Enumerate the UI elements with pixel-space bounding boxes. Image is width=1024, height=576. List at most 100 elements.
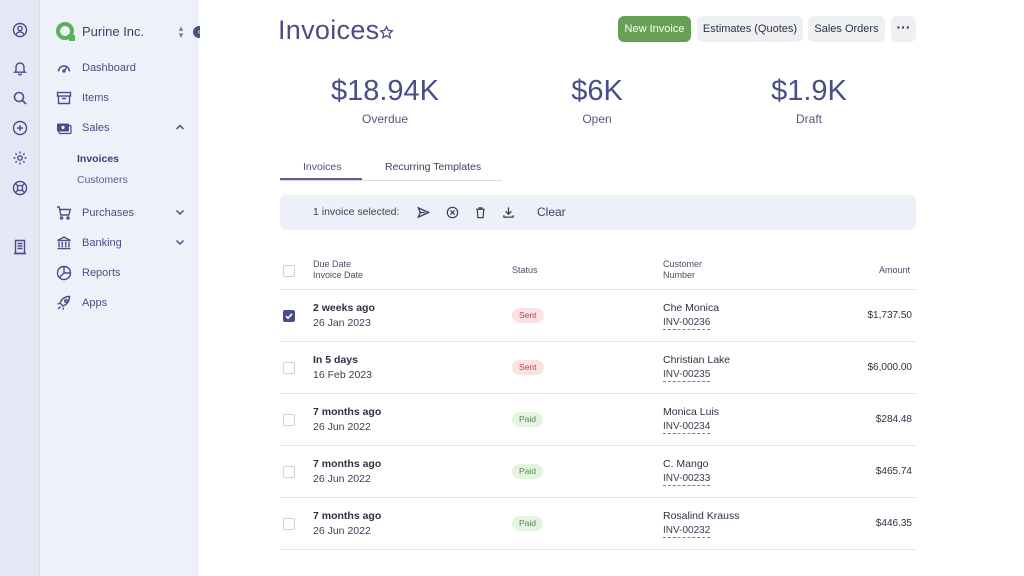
invoice-date: 26 Jun 2022 bbox=[313, 525, 371, 537]
customer-name: Christian Lake bbox=[663, 354, 731, 366]
amount: $6,000.00 bbox=[867, 362, 913, 373]
sidebar-item-banking[interactable]: Banking bbox=[56, 232, 192, 254]
sidebar: Purine Inc. ▴ ▾ ‹ Dashboard Items Sales I… bbox=[40, 0, 205, 576]
invoice-number-link[interactable]: INV-00236 bbox=[663, 317, 711, 330]
bank-icon bbox=[56, 235, 72, 251]
due-date: In 5 days bbox=[313, 354, 358, 366]
header-amount[interactable]: Amount bbox=[879, 265, 910, 276]
plus-circle-icon[interactable] bbox=[12, 120, 28, 136]
invoice-date: 26 Jan 2023 bbox=[313, 317, 371, 329]
page-title: Invoices bbox=[278, 15, 380, 45]
document-icon[interactable] bbox=[12, 239, 28, 255]
invoice-number-link[interactable]: INV-00234 bbox=[663, 421, 711, 434]
sales-orders-button[interactable]: Sales Orders bbox=[808, 16, 885, 42]
table-header: Due Date Invoice Date Status Customer Nu… bbox=[280, 250, 916, 290]
stat-label: Open bbox=[582, 112, 612, 126]
customer-name: Che Monica bbox=[663, 302, 720, 314]
invoice-date: 16 Feb 2023 bbox=[313, 369, 372, 381]
status-badge: Sent bbox=[512, 360, 544, 375]
icon-rail bbox=[0, 0, 40, 576]
bell-icon[interactable] bbox=[12, 60, 28, 76]
row-checkbox[interactable] bbox=[283, 362, 295, 374]
archive-icon bbox=[56, 90, 72, 106]
money-icon bbox=[56, 120, 72, 136]
estimates-button[interactable]: Estimates (Quotes) bbox=[697, 16, 803, 42]
stat-overdue[interactable]: $18.94K Overdue bbox=[315, 73, 455, 126]
trash-icon[interactable] bbox=[474, 206, 487, 219]
stat-value: $6K bbox=[571, 75, 623, 107]
customer-name: Rosalind Krauss bbox=[663, 510, 740, 522]
amount: $446.35 bbox=[875, 518, 912, 529]
stat-draft[interactable]: $1.9K Draft bbox=[739, 73, 879, 126]
header-invoice-date[interactable]: Invoice Date bbox=[313, 270, 363, 281]
invoice-number-link[interactable]: INV-00235 bbox=[663, 369, 711, 382]
sidebar-item-label: Reports bbox=[82, 267, 121, 279]
selection-toolbar: 1 invoice selected: Clear bbox=[280, 195, 916, 230]
search-icon[interactable] bbox=[12, 90, 28, 106]
amount: $284.48 bbox=[875, 414, 912, 425]
row-checkbox[interactable] bbox=[283, 310, 295, 322]
chevron-up-down-icon[interactable]: ▴ ▾ bbox=[176, 24, 186, 40]
chevron-down-icon[interactable] bbox=[174, 236, 186, 248]
due-date: 7 months ago bbox=[313, 406, 382, 418]
table-row[interactable]: 2 weeks ago 26 Jan 2023 Sent Che Monica … bbox=[280, 290, 916, 342]
more-options-icon[interactable]: ··· bbox=[891, 16, 916, 42]
rocket-icon bbox=[56, 295, 72, 311]
select-all-checkbox[interactable] bbox=[283, 265, 295, 277]
stat-value: $1.9K bbox=[771, 75, 847, 107]
gear-icon[interactable] bbox=[12, 150, 28, 166]
chevron-down-icon[interactable] bbox=[174, 206, 186, 218]
chevron-up-icon[interactable] bbox=[174, 121, 186, 133]
download-icon[interactable] bbox=[502, 206, 515, 219]
sidebar-item-purchases[interactable]: Purchases bbox=[56, 202, 192, 224]
sidebar-item-items[interactable]: Items bbox=[56, 87, 192, 109]
sidebar-subitem-customers[interactable]: Customers bbox=[77, 174, 128, 186]
row-checkbox[interactable] bbox=[283, 518, 295, 530]
sidebar-item-apps[interactable]: Apps bbox=[56, 292, 192, 314]
due-date: 7 months ago bbox=[313, 458, 382, 470]
tab-recurring-templates[interactable]: Recurring Templates bbox=[385, 161, 481, 173]
sidebar-item-label: Apps bbox=[82, 297, 108, 309]
new-invoice-button[interactable]: New Invoice bbox=[618, 16, 691, 42]
status-badge: Paid bbox=[512, 412, 544, 427]
cancel-circle-icon[interactable] bbox=[446, 206, 459, 219]
user-circle-icon[interactable] bbox=[12, 22, 28, 38]
header-status[interactable]: Status bbox=[512, 265, 538, 276]
table-row[interactable]: 7 months ago 26 Jun 2022 Paid Rosalind K… bbox=[280, 498, 916, 550]
sidebar-item-dashboard[interactable]: Dashboard bbox=[56, 57, 192, 79]
table-row[interactable]: In 5 days 16 Feb 2023 Sent Christian Lak… bbox=[280, 342, 916, 394]
stat-value: $18.94K bbox=[330, 75, 440, 107]
amount: $1,737.50 bbox=[867, 310, 913, 321]
send-icon[interactable] bbox=[417, 206, 430, 219]
header-number[interactable]: Number bbox=[663, 270, 695, 281]
row-checkbox[interactable] bbox=[283, 466, 295, 478]
header-due-date[interactable]: Due Date bbox=[313, 259, 351, 270]
tab-bar: Invoices Recurring Templates bbox=[280, 156, 502, 181]
header-customer[interactable]: Customer bbox=[663, 259, 702, 270]
stat-open[interactable]: $6K Open bbox=[527, 73, 667, 126]
customer-name: C. Mango bbox=[663, 458, 709, 470]
star-icon[interactable] bbox=[379, 25, 394, 40]
sidebar-item-label: Banking bbox=[82, 237, 122, 249]
sidebar-item-sales[interactable]: Sales bbox=[56, 117, 192, 139]
sidebar-item-reports[interactable]: Reports bbox=[56, 262, 192, 284]
sidebar-item-label: Sales bbox=[82, 122, 110, 134]
tab-invoices[interactable]: Invoices bbox=[303, 161, 342, 173]
selection-count: 1 invoice selected: bbox=[313, 206, 400, 218]
status-badge: Paid bbox=[512, 464, 544, 479]
cart-icon bbox=[56, 205, 72, 221]
org-selector[interactable]: Purine Inc. bbox=[56, 20, 144, 42]
sidebar-subitem-invoices[interactable]: Invoices bbox=[77, 153, 119, 165]
status-badge: Paid bbox=[512, 516, 544, 531]
table-row[interactable]: 7 months ago 26 Jun 2022 Paid C. Mango I… bbox=[280, 446, 916, 498]
invoice-number-link[interactable]: INV-00232 bbox=[663, 525, 711, 538]
invoice-number-link[interactable]: INV-00233 bbox=[663, 473, 711, 486]
help-buoy-icon[interactable] bbox=[12, 180, 28, 196]
table-row[interactable]: 7 months ago 26 Jun 2022 Paid Monica Lui… bbox=[280, 394, 916, 446]
row-checkbox[interactable] bbox=[283, 414, 295, 426]
stat-label: Overdue bbox=[361, 112, 409, 126]
customer-name: Monica Luis bbox=[663, 406, 720, 418]
clear-selection-button[interactable]: Clear bbox=[537, 205, 566, 219]
due-date: 7 months ago bbox=[313, 510, 382, 522]
sidebar-item-label: Purchases bbox=[82, 207, 134, 219]
